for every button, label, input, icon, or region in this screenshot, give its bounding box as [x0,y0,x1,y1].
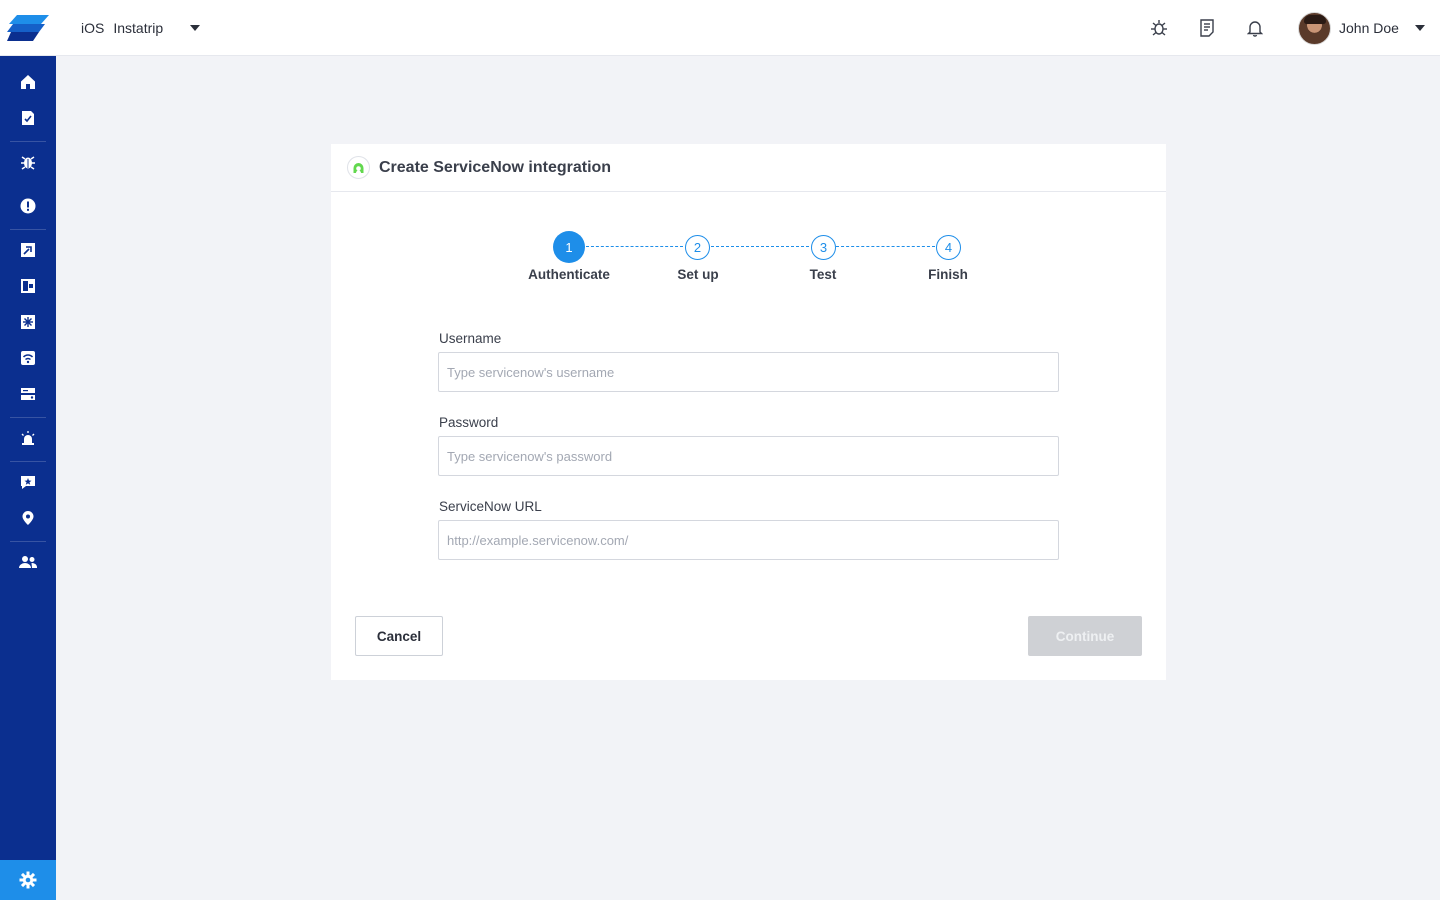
location-pin-icon [22,511,34,525]
instabug-logo[interactable] [0,0,56,56]
app-switcher[interactable]: iOS Instatrip [81,0,201,56]
sidebar-item-launches[interactable] [0,232,56,268]
password-field[interactable] [438,436,1059,476]
network-icon [21,315,35,329]
sidebar-item-users[interactable] [0,544,56,580]
stepper-connector [836,246,935,247]
card-header: Create ServiceNow integration [331,144,1166,192]
feedback-icon [21,476,35,489]
sidebar-divider [10,141,46,142]
top-bar: iOS Instatrip John Doe [0,0,1440,56]
home-icon [21,75,35,89]
bug-report-icon[interactable] [1147,16,1171,40]
stepper-connector [711,246,809,247]
reports-icon [22,111,34,125]
step-1-label: Authenticate [528,267,610,282]
sidebar-item-crashes[interactable] [0,188,56,224]
app-performance-icon [21,279,35,293]
stepper-connector [586,246,683,247]
sidebar-item-home[interactable] [0,64,56,100]
sidebar-item-locations[interactable] [0,500,56,536]
password-label: Password [439,415,499,430]
launches-icon [21,243,35,257]
sidebar-divider [10,417,46,418]
step-4-indicator: 4 [936,235,961,260]
username-label: Username [439,331,502,346]
servicenow-url-field[interactable] [438,520,1059,560]
sidebar-item-reports[interactable] [0,100,56,136]
sidebar-item-app-performance[interactable] [0,268,56,304]
users-icon [19,556,37,568]
sidebar [0,56,56,900]
username-field[interactable] [438,352,1059,392]
sidebar-item-alerts[interactable] [0,420,56,456]
cancel-button[interactable]: Cancel [355,616,443,656]
sidebar-divider [10,461,46,462]
sidebar-item-storage[interactable] [0,376,56,412]
avatar [1298,11,1331,45]
storage-icon [21,388,35,400]
sidebar-item-settings[interactable] [0,860,56,900]
step-2-label: Set up [677,267,719,282]
chevron-down-icon [1414,25,1425,31]
step-3-label: Test [809,267,837,282]
sidebar-item-wifi[interactable] [0,340,56,376]
step-2-indicator: 2 [685,235,710,260]
user-name: John Doe [1339,20,1399,36]
crash-alert-icon [20,198,36,214]
sidebar-divider [10,541,46,542]
release-notes-icon[interactable] [1195,16,1219,40]
step-4-label: Finish [928,267,968,282]
step-3-indicator: 3 [811,235,836,260]
notifications-bell-icon[interactable] [1243,16,1267,40]
wifi-icon [21,351,35,365]
sidebar-item-bugs[interactable] [0,144,56,180]
platform-label: iOS [81,20,105,36]
sidebar-item-feedback[interactable] [0,464,56,500]
settings-gear-icon [19,871,37,889]
sidebar-divider [10,229,46,230]
user-menu[interactable]: John Doe [1298,11,1425,45]
continue-button[interactable]: Continue [1028,616,1142,656]
chevron-down-icon [190,25,201,31]
servicenow-logo-icon [347,156,370,179]
integration-card: Create ServiceNow integration 1 2 3 4 Au… [331,144,1166,680]
logo-icon [7,15,49,41]
servicenow-url-label: ServiceNow URL [439,499,542,514]
card-title: Create ServiceNow integration [379,158,612,176]
sidebar-item-network[interactable] [0,304,56,340]
bug-icon [21,156,35,170]
app-name: Instatrip [113,20,164,36]
alerts-siren-icon [21,431,35,445]
step-1-indicator: 1 [553,231,585,263]
